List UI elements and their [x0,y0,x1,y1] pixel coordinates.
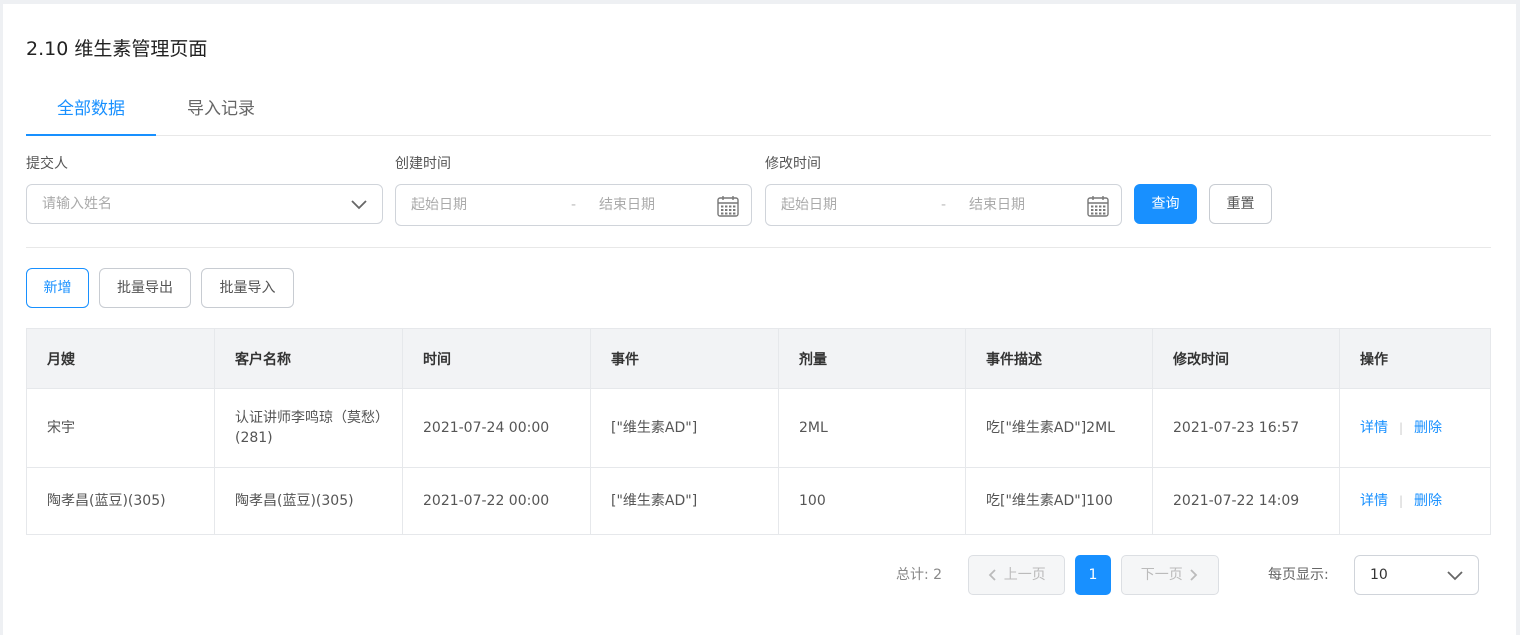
query-button[interactable]: 查询 [1134,184,1197,224]
action-separator: | [1399,494,1404,508]
modified-date-range[interactable]: 起始日期 - 结束日期 [765,184,1122,226]
submitter-label: 提交人 [26,156,68,172]
chevron-right-icon [1190,569,1198,581]
submitter-placeholder: 请输入姓名 [42,196,112,212]
created-start-date[interactable]: 起始日期 [411,185,467,225]
tab-bar: 全部数据 导入记录 [26,86,1491,136]
cell-time: 2021-07-24 00:00 [402,388,591,468]
cell-nanny: 宋宇 [26,388,215,468]
range-separator: - [941,197,947,213]
reset-button[interactable]: 重置 [1209,184,1272,224]
data-table: 月嫂 客户名称 时间 事件 剂量 事件描述 修改时间 操作 宋宇 认证讲师李鸣琼… [26,328,1491,535]
table-row: 陶孝昌(蓝豆)(305) 陶孝昌(蓝豆)(305) 2021-07-22 00:… [26,467,1491,535]
modified-time-label: 修改时间 [765,156,821,172]
page-title: 2.10 维生素管理页面 [26,38,208,60]
cell-actions: 详情 | 删除 [1339,388,1491,468]
column-header-nanny: 月嫂 [26,328,215,389]
detail-link[interactable]: 详情 [1360,420,1388,436]
per-page-select[interactable]: 10 [1354,555,1479,595]
prev-page-button[interactable]: 上一页 [968,555,1065,595]
created-date-range[interactable]: 起始日期 - 结束日期 [395,184,752,226]
created-end-date[interactable]: 结束日期 [599,185,655,225]
column-header-customer: 客户名称 [214,328,403,389]
table-row: 宋宇 认证讲师李鸣琼（莫愁）(281) 2021-07-24 00:00 ["维… [26,388,1491,468]
cell-nanny: 陶孝昌(蓝豆)(305) [26,467,215,535]
modified-start-date[interactable]: 起始日期 [781,185,837,225]
cell-modified: 2021-07-22 14:09 [1152,467,1340,535]
chevron-down-icon [351,200,367,210]
per-page-value: 10 [1370,567,1388,583]
column-header-modified: 修改时间 [1152,328,1340,389]
cell-dose: 100 [778,467,966,535]
column-header-dose: 剂量 [778,328,966,389]
cell-time: 2021-07-22 00:00 [402,467,591,535]
next-page-button[interactable]: 下一页 [1121,555,1219,595]
divider [26,247,1491,248]
cell-event: ["维生素AD"] [590,467,779,535]
calendar-icon[interactable] [1086,194,1110,218]
tab-import-records[interactable]: 导入记录 [156,86,286,136]
table-header-row: 月嫂 客户名称 时间 事件 剂量 事件描述 修改时间 操作 [26,328,1491,389]
action-separator: | [1399,421,1404,435]
modified-end-date[interactable]: 结束日期 [969,185,1025,225]
cell-customer: 陶孝昌(蓝豆)(305) [214,467,403,535]
cell-description: 吃["维生素AD"]2ML [965,388,1153,468]
cell-customer: 认证讲师李鸣琼（莫愁）(281) [214,388,403,468]
created-time-label: 创建时间 [395,156,451,172]
cell-actions: 详情 | 删除 [1339,467,1491,535]
total-count: 总计: 2 [896,567,943,583]
delete-link[interactable]: 删除 [1414,420,1442,436]
prev-page-label: 上一页 [1003,567,1046,583]
batch-export-button[interactable]: 批量导出 [99,268,191,308]
detail-link[interactable]: 详情 [1360,493,1388,509]
column-header-time: 时间 [402,328,591,389]
batch-import-button[interactable]: 批量导入 [201,268,294,308]
per-page-label: 每页显示: [1268,567,1329,583]
column-header-description: 事件描述 [965,328,1153,389]
tab-all-data[interactable]: 全部数据 [26,86,156,136]
chevron-left-icon [988,569,996,581]
page-number-current[interactable]: 1 [1075,555,1111,595]
next-page-label: 下一页 [1140,567,1183,583]
cell-description: 吃["维生素AD"]100 [965,467,1153,535]
column-header-actions: 操作 [1339,328,1491,389]
range-separator: - [571,197,577,213]
delete-link[interactable]: 删除 [1414,493,1442,509]
add-button[interactable]: 新增 [26,268,89,308]
calendar-icon[interactable] [716,194,740,218]
cell-modified: 2021-07-23 16:57 [1152,388,1340,468]
cell-dose: 2ML [778,388,966,468]
cell-event: ["维生素AD"] [590,388,779,468]
column-header-event: 事件 [590,328,779,389]
submitter-select[interactable]: 请输入姓名 [26,184,383,224]
chevron-down-icon [1447,571,1463,581]
